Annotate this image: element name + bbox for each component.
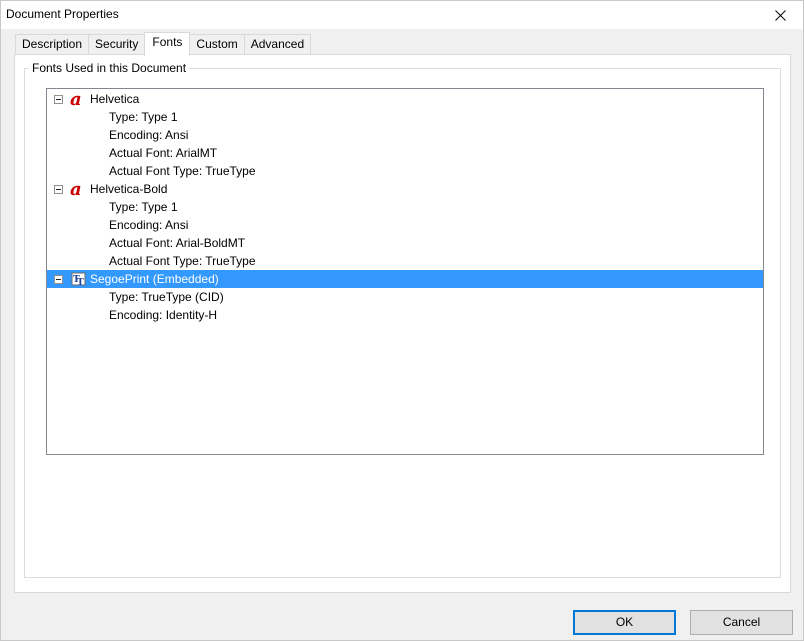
tree-node-property[interactable]: Actual Font Type: TrueType	[47, 162, 763, 180]
font-name: SegoePrint (Embedded)	[90, 272, 219, 286]
ok-button[interactable]: OK	[573, 610, 676, 635]
font-property: Encoding: Ansi	[109, 218, 189, 232]
font-property: Type: Type 1	[109, 200, 178, 214]
cancel-button[interactable]: Cancel	[690, 610, 793, 635]
font-property: Actual Font: Arial-BoldMT	[109, 236, 246, 250]
font-property: Type: TrueType (CID)	[109, 290, 224, 304]
fonts-tab-page: Fonts Used in this Document a Helvetica …	[14, 54, 791, 593]
font-property: Actual Font Type: TrueType	[109, 164, 256, 178]
tree-node-font[interactable]: a Helvetica-Bold	[47, 180, 763, 198]
font-property: Actual Font: ArialMT	[109, 146, 218, 160]
svg-text:a: a	[70, 90, 82, 108]
tab-advanced[interactable]: Advanced	[243, 34, 312, 55]
dialog-title: Document Properties	[6, 7, 119, 21]
fonts-groupbox: Fonts Used in this Document a Helvetica …	[24, 61, 781, 578]
tab-description[interactable]: Description	[15, 34, 90, 55]
tree-node-property[interactable]: Type: TrueType (CID)	[47, 288, 763, 306]
tree-node-property[interactable]: Actual Font Type: TrueType	[47, 252, 763, 270]
tree-node-property[interactable]: Type: Type 1	[47, 108, 763, 126]
truetype-font-icon: T T	[71, 272, 86, 288]
tree-node-property[interactable]: Actual Font: Arial-BoldMT	[47, 234, 763, 252]
type1-font-icon: a	[70, 90, 82, 108]
tab-custom[interactable]: Custom	[189, 34, 245, 55]
tree-node-property[interactable]: Type: Type 1	[47, 198, 763, 216]
tab-strip: Description Security Fonts Custom Advanc…	[15, 32, 312, 56]
tab-fonts[interactable]: Fonts	[144, 32, 191, 56]
font-property: Actual Font Type: TrueType	[109, 254, 256, 268]
tree-node-property[interactable]: Encoding: Ansi	[47, 126, 763, 144]
fonts-tree[interactable]: a Helvetica Type: Type 1 Encoding: Ansi …	[46, 88, 764, 455]
svg-text:T: T	[77, 278, 84, 288]
type1-font-icon: a	[70, 180, 82, 198]
title-bar: Document Properties	[1, 1, 803, 29]
groupbox-label: Fonts Used in this Document	[29, 61, 190, 75]
tree-node-property[interactable]: Actual Font: ArialMT	[47, 144, 763, 162]
font-name: Helvetica-Bold	[90, 182, 168, 196]
tree-node-font[interactable]: a Helvetica	[47, 90, 763, 108]
font-property: Type: Type 1	[109, 110, 178, 124]
collapse-toggle-icon[interactable]	[54, 95, 63, 104]
tab-security[interactable]: Security	[88, 34, 146, 55]
tree-node-property[interactable]: Encoding: Identity-H	[47, 306, 763, 324]
font-name: Helvetica	[90, 92, 140, 106]
tree-node-property[interactable]: Encoding: Ansi	[47, 216, 763, 234]
close-button[interactable]	[757, 1, 803, 29]
svg-text:a: a	[70, 180, 82, 198]
collapse-toggle-icon[interactable]	[54, 185, 63, 194]
document-properties-dialog: Document Properties Description Security…	[0, 0, 804, 641]
close-icon	[774, 9, 786, 21]
collapse-toggle-icon[interactable]	[54, 275, 63, 284]
font-property: Encoding: Identity-H	[109, 308, 218, 322]
tree-node-font-selected[interactable]: T T SegoePrint (Embedded)	[47, 270, 763, 288]
font-property: Encoding: Ansi	[109, 128, 189, 142]
